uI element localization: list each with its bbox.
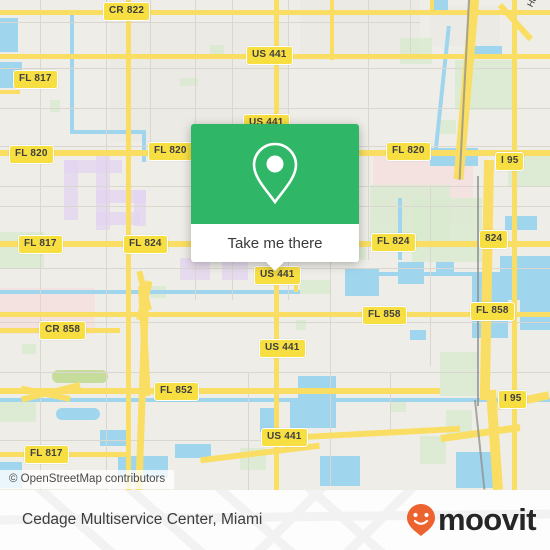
minor-road [430,186,431,366]
minor-road [0,22,300,23]
park-area [440,352,478,396]
water-body [0,18,18,52]
road-shield: FL 824 [371,233,416,252]
footer-bar: Cedage Multiservice Center, Miami moovit [0,490,550,550]
moovit-smiley-pin-icon [406,504,435,536]
road-segment [430,0,434,10]
canal [70,130,146,134]
callout-icon-area [191,124,359,224]
water-body [505,216,537,230]
map-canvas[interactable]: CR 822 US 441 FL 817 US 441 FL 820 FL 820 FL 8… [0,0,550,490]
minor-road [300,22,420,23]
callout-pointer [265,261,285,271]
road-shield: FL 817 [24,445,69,464]
callout-action-area[interactable]: Take me there [191,224,359,271]
canal [358,272,478,276]
park-area [400,38,432,64]
road-shield: I 95 [498,390,528,409]
water-body [320,456,360,486]
road-shield: US 441 [246,46,293,65]
take-me-there-callout[interactable]: Take me there [191,124,359,271]
road-shield: FL 858 [362,306,407,325]
park-area [0,400,36,422]
park-area [300,280,330,294]
moovit-wordmark: moovit [437,502,537,537]
road-shield: FL 820 [148,142,193,161]
road-shield: US 441 [259,339,306,358]
water-body [410,330,426,340]
road-shield: CR 858 [39,321,87,340]
water-body [56,408,100,420]
road-shield: FL 824 [123,235,168,254]
road-sr7 [512,0,517,490]
road-shield: CR 822 [103,2,151,21]
minor-road [368,0,369,260]
park-area [412,198,482,262]
road-shield: 824 [479,230,509,249]
canal [70,10,74,134]
landuse-civic [64,160,122,173]
railway [477,176,479,406]
map-pin-icon [252,142,298,205]
road-shield: US 441 [261,428,308,447]
road-shield: I 95 [495,152,525,171]
landuse-civic [134,190,146,226]
minor-road [150,0,151,160]
park-area [50,100,60,112]
road-shield: FL 817 [13,70,58,89]
callout-action-label: Take me there [227,234,323,252]
road-segment [0,90,20,94]
road-segment [330,0,334,60]
moovit-logo[interactable]: moovit [405,502,537,538]
road-shield: FL 820 [9,145,54,164]
park-area [440,120,456,134]
road-shield: FL 817 [18,235,63,254]
park-area [22,344,36,354]
road-shield: FL 858 [470,302,515,321]
screenshot-root: CR 822 US 441 FL 817 US 441 FL 820 FL 820 FL 8… [0,0,550,550]
minor-road [390,372,391,432]
minor-road [410,0,411,60]
map-attribution[interactable]: © OpenStreetMap contributors [0,470,175,489]
road-shield: FL 852 [154,382,199,401]
road-shield: FL 820 [386,142,431,161]
page-title: Cedage Multiservice Center, Miami [22,511,263,528]
water-body [100,430,128,446]
